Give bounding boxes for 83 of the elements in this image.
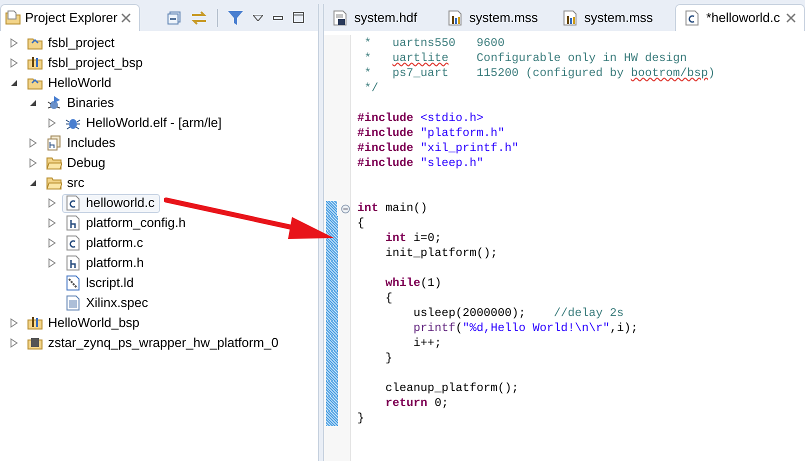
chip-file-icon: [332, 10, 348, 26]
code-line: i++;: [412, 336, 442, 351]
folder-icon: [5, 10, 21, 26]
code-line: int main(): [357, 201, 428, 216]
maximize-icon[interactable]: [293, 12, 304, 23]
code-line: printf("%d,Hello World!\n\r",i);: [412, 321, 639, 336]
code-line: while(1): [384, 276, 442, 291]
library-folder-icon: [27, 315, 43, 331]
code-line: * uartlite Configurable only in HW design: [363, 51, 688, 66]
collapsed-twisty-icon[interactable]: [10, 38, 18, 48]
code-line: #include "sleep.h": [357, 156, 485, 171]
code-line: #include "xil_printf.h": [357, 141, 520, 156]
code-line: cleanup_platform();: [384, 381, 520, 396]
tree-item[interactable]: lscript.ld: [62, 274, 139, 292]
tree-item[interactable]: Debug: [43, 154, 110, 172]
tree-item[interactable]: helloworld.c: [62, 194, 160, 212]
link-arrows-icon[interactable]: [191, 10, 208, 24]
collapsed-twisty-icon[interactable]: [48, 238, 56, 248]
filter-icon[interactable]: [228, 10, 244, 24]
close-icon[interactable]: [786, 13, 796, 23]
code-line: int i=0;: [384, 231, 442, 246]
editor-tab[interactable]: *helloworld.c: [675, 4, 805, 31]
code-line: }: [384, 351, 394, 366]
tree-item[interactable]: HelloWorld.elf - [arm/le]: [62, 114, 227, 132]
code-line: {: [357, 216, 366, 231]
collapse-all-icon[interactable]: [167, 10, 182, 24]
header-file-icon: [65, 215, 81, 231]
explorer-tab[interactable]: Project Explorer: [0, 4, 140, 31]
folder-icon: [46, 175, 62, 191]
code-line: {: [384, 291, 394, 306]
collapsed-twisty-icon[interactable]: [48, 258, 56, 268]
code-line: }: [357, 411, 366, 426]
bar-chart-file-icon: [562, 10, 578, 26]
tree-item[interactable]: fsbl_project: [24, 34, 120, 52]
collapsed-twisty-icon[interactable]: [48, 218, 56, 228]
collapsed-twisty-icon[interactable]: [10, 318, 18, 328]
chip-folder-icon: [27, 335, 43, 351]
bar-chart-file-icon: [447, 10, 464, 26]
tree-item[interactable]: HelloWorld_bsp: [24, 314, 145, 332]
folder-icon: [46, 155, 62, 171]
tree-item[interactable]: HelloWorld: [24, 74, 116, 92]
code-line: return 0;: [384, 396, 450, 411]
binaries-icon: [46, 95, 62, 111]
code-line: * uartns550 9600: [363, 36, 506, 51]
editor-tab[interactable]: system.hdf: [324, 4, 440, 31]
code-line: usleep(2000000); //delay 2s: [412, 306, 625, 321]
collapsed-twisty-icon[interactable]: [10, 338, 18, 348]
tree-item[interactable]: platform_config.h: [62, 214, 191, 232]
tree-item[interactable]: zstar_zynq_ps_wrapper_hw_platform_0: [24, 334, 284, 352]
tree-item[interactable]: fsbl_project_bsp: [24, 54, 148, 72]
code-line: */: [363, 81, 380, 96]
tree-item[interactable]: Includes: [43, 134, 120, 152]
header-files-icon: [46, 135, 62, 151]
editor-tab[interactable]: system.mss: [439, 4, 554, 31]
tree-item[interactable]: platform.c: [62, 234, 148, 252]
code-line: #include "platform.h": [357, 126, 506, 141]
tree-item[interactable]: Binaries: [43, 94, 119, 112]
expanded-twisty-icon[interactable]: [10, 79, 18, 87]
chain-file-icon: [65, 275, 81, 291]
header-file-icon: [65, 255, 81, 271]
c-file-icon: [684, 10, 700, 26]
collapsed-twisty-icon[interactable]: [10, 58, 18, 68]
collapsed-twisty-icon[interactable]: [48, 118, 56, 128]
c-file-icon: [65, 195, 81, 211]
expanded-twisty-icon[interactable]: [29, 179, 37, 187]
minimize-icon[interactable]: [273, 16, 284, 20]
collapsed-twisty-icon[interactable]: [48, 198, 56, 208]
code-line: #include <stdio.h>: [357, 111, 485, 126]
close-icon[interactable]: [121, 13, 132, 23]
collapsed-twisty-icon[interactable]: [29, 158, 37, 168]
library-folder-icon: [27, 55, 43, 71]
fold-icon[interactable]: [341, 204, 350, 214]
code-line: init_platform();: [384, 246, 499, 261]
tree-item[interactable]: platform.h: [62, 254, 149, 272]
c-file-icon: [65, 235, 81, 251]
text-file-icon: [65, 295, 81, 311]
editor-tab[interactable]: system.mss: [554, 4, 670, 31]
view-menu-icon[interactable]: [253, 14, 264, 20]
tree-item[interactable]: Xilinx.spec: [62, 294, 154, 312]
expanded-twisty-icon[interactable]: [29, 99, 37, 107]
tree-item[interactable]: src: [43, 174, 90, 192]
collapsed-twisty-icon[interactable]: [29, 138, 37, 148]
code-line: * ps7_uart 115200 (configured by bootrom/bsp): [363, 66, 716, 81]
